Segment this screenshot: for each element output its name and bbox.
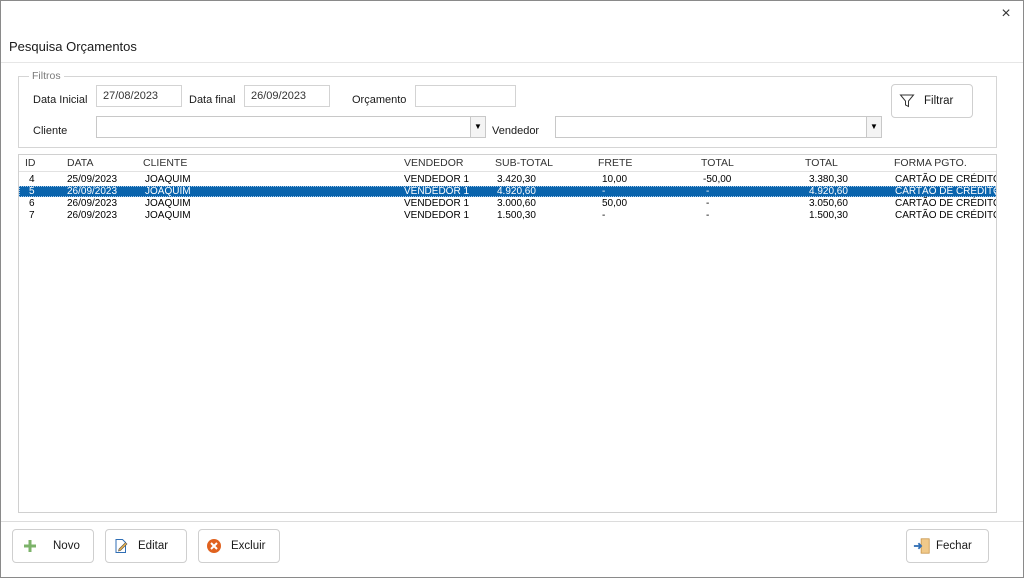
close-icon[interactable]: × [997, 5, 1015, 23]
search-window: × Pesquisa Orçamentos Filtros Data Inici… [0, 0, 1024, 578]
cell-id: 5 [29, 186, 35, 197]
data-inicial-field[interactable]: 27/08/2023 [96, 85, 182, 107]
vendedor-label: Vendedor [492, 125, 540, 137]
cell-forma-pgto: CARTÃO DE CRÉDITO [895, 174, 997, 185]
cell-total: 3.380,30 [809, 174, 848, 185]
cell-vendedor: VENDEDOR 1 [404, 186, 470, 197]
grid-header: ID DATA CLIENTE VENDEDOR SUB-TOTAL FRETE… [19, 155, 996, 172]
table-row-selected[interactable]: 5 26/09/2023 JOAQUIM VENDEDOR 1 4.920,60… [19, 186, 996, 197]
cell-vendedor: VENDEDOR 1 [404, 198, 470, 209]
col-total-desconto[interactable]: TOTAL [701, 157, 734, 169]
cell-subtotal: 4.920,60 [497, 186, 536, 197]
cell-desconto: -50,00 [703, 174, 732, 185]
chevron-down-icon[interactable]: ▼ [470, 117, 485, 137]
data-final-label: Data final [189, 94, 236, 106]
cell-desconto: - [706, 198, 710, 209]
cell-forma-pgto: CARTÃO DE CRÉDITO [895, 198, 997, 209]
table-row[interactable]: 7 26/09/2023 JOAQUIM VENDEDOR 1 1.500,30… [19, 210, 996, 221]
cell-frete: 10,00 [602, 174, 628, 185]
filtrar-label: Filtrar [924, 95, 954, 107]
cliente-label: Cliente [33, 125, 68, 137]
cell-data: 26/09/2023 [67, 186, 118, 197]
col-frete[interactable]: FRETE [598, 157, 632, 169]
col-forma-pgto[interactable]: FORMA PGTO. [894, 157, 967, 169]
cell-frete: - [602, 210, 606, 221]
cell-total: 4.920,60 [809, 186, 848, 197]
col-cliente[interactable]: CLIENTE [143, 157, 187, 169]
cell-subtotal: 1.500,30 [497, 210, 536, 221]
excluir-button[interactable]: Excluir [198, 529, 280, 563]
cell-desconto: - [706, 210, 710, 221]
cell-total: 3.050,60 [809, 198, 848, 209]
cell-cliente: JOAQUIM [145, 186, 191, 197]
novo-label: Novo [53, 540, 80, 552]
cliente-select[interactable]: ▼ [96, 116, 486, 138]
novo-button[interactable]: Novo [12, 529, 94, 563]
orcamento-label: Orçamento [352, 94, 407, 106]
cell-desconto: - [706, 186, 710, 197]
cell-cliente: JOAQUIM [145, 198, 191, 209]
cell-forma-pgto: CARTÃO DE CRÉDITO [895, 186, 997, 197]
cell-forma-pgto: CARTÃO DE CRÉDITO [895, 210, 997, 221]
cell-data: 25/09/2023 [67, 174, 118, 185]
data-final-field[interactable]: 26/09/2023 [244, 85, 330, 107]
cell-cliente: JOAQUIM [145, 210, 191, 221]
chevron-down-icon[interactable]: ▼ [866, 117, 881, 137]
col-vendedor[interactable]: VENDEDOR [404, 157, 464, 169]
plus-icon [21, 537, 39, 555]
cell-id: 7 [29, 210, 35, 221]
cell-id: 4 [29, 174, 35, 185]
cell-frete: 50,00 [602, 198, 628, 209]
exit-door-icon [913, 537, 931, 555]
delete-icon [205, 537, 223, 555]
cell-id: 6 [29, 198, 35, 209]
filters-group: Filtros Data Inicial 27/08/2023 Data fin… [18, 70, 997, 148]
filtrar-button[interactable]: Filtrar [891, 84, 973, 118]
bottom-divider [1, 521, 1023, 522]
cell-data: 26/09/2023 [67, 198, 118, 209]
cell-subtotal: 3.000,60 [497, 198, 536, 209]
filter-icon [898, 92, 916, 110]
table-row[interactable]: 6 26/09/2023 JOAQUIM VENDEDOR 1 3.000,60… [19, 198, 996, 209]
col-total[interactable]: TOTAL [805, 157, 838, 169]
filters-legend: Filtros [29, 70, 64, 82]
orcamento-field[interactable] [415, 85, 516, 107]
excluir-label: Excluir [231, 540, 266, 552]
cell-data: 26/09/2023 [67, 210, 118, 221]
title-divider [1, 62, 1023, 63]
editar-button[interactable]: Editar [105, 529, 187, 563]
editar-label: Editar [138, 540, 169, 552]
cell-subtotal: 3.420,30 [497, 174, 536, 185]
col-data[interactable]: DATA [67, 157, 93, 169]
fechar-button[interactable]: Fechar [906, 529, 989, 563]
cell-cliente: JOAQUIM [145, 174, 191, 185]
window-title: Pesquisa Orçamentos [9, 39, 137, 54]
table-row[interactable]: 4 25/09/2023 JOAQUIM VENDEDOR 1 3.420,30… [19, 174, 996, 185]
edit-icon [112, 537, 130, 555]
cell-vendedor: VENDEDOR 1 [404, 174, 470, 185]
results-grid[interactable]: ID DATA CLIENTE VENDEDOR SUB-TOTAL FRETE… [18, 154, 997, 513]
cell-frete: - [602, 186, 606, 197]
fechar-label: Fechar [936, 540, 972, 552]
col-id[interactable]: ID [25, 157, 36, 169]
top-strip [111, 1, 911, 4]
vendedor-select[interactable]: ▼ [555, 116, 882, 138]
data-inicial-label: Data Inicial [33, 94, 88, 106]
col-subtotal[interactable]: SUB-TOTAL [495, 157, 553, 169]
cell-total: 1.500,30 [809, 210, 848, 221]
cell-vendedor: VENDEDOR 1 [404, 210, 470, 221]
